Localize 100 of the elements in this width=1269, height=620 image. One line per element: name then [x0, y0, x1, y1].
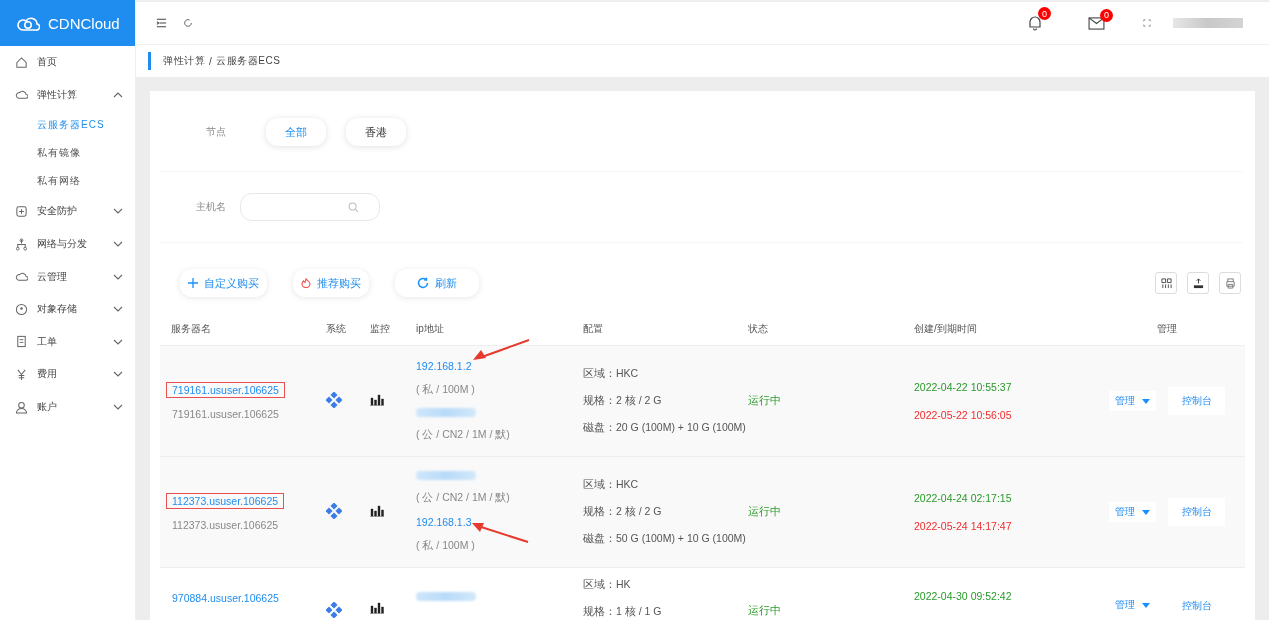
- brand-name: CDNCloud: [48, 14, 120, 32]
- sidebar-item[interactable]: 云管理: [0, 260, 135, 293]
- redacted-ip: [416, 592, 476, 601]
- redacted-ip: [416, 471, 476, 480]
- node-filter-button[interactable]: 全部: [266, 118, 326, 146]
- caret-down-icon: [1142, 509, 1150, 515]
- os-logo-icon[interactable]: [326, 602, 342, 618]
- redacted-ip: [416, 408, 476, 417]
- config-text: 区域：HKC: [583, 367, 640, 381]
- status-text: 运行中: [748, 394, 781, 406]
- action-button[interactable]: 刷新: [395, 269, 479, 297]
- breadcrumb-separator: /: [209, 55, 213, 67]
- column-header: 配置: [583, 323, 603, 334]
- user-icon: [15, 400, 28, 414]
- sidebar-item-label: 安全防护: [37, 204, 78, 219]
- action-button[interactable]: 自定义购买: [180, 269, 267, 297]
- yen-icon: [15, 367, 28, 381]
- ip-note: ( 公 / CN2 / 1M / 默): [416, 491, 511, 505]
- bell-icon[interactable]: [1027, 15, 1043, 31]
- column-header: 服务器名: [171, 323, 211, 334]
- shield-plus-icon: [15, 205, 28, 218]
- home-icon: [15, 55, 28, 69]
- columns-icon: [1160, 277, 1172, 289]
- column-header: 创建/到期时间: [914, 323, 977, 334]
- sidebar-item-label: 账户: [37, 400, 58, 415]
- os-logo-icon[interactable]: [326, 392, 342, 408]
- server-name-link[interactable]: 970884.ususer.106625: [166, 590, 285, 606]
- ip-note: ( 私 / 100M ): [416, 383, 476, 397]
- status-text: 运行中: [748, 604, 781, 616]
- os-logo-icon[interactable]: [326, 503, 342, 519]
- storage-icon: [15, 302, 28, 316]
- sidebar-item[interactable]: 对象存储: [0, 292, 135, 326]
- config-text: 区域：HKC: [583, 478, 640, 492]
- sidebar-item[interactable]: 账户: [0, 390, 135, 424]
- print-icon: [1224, 277, 1236, 289]
- sidebar-item-label: 对象存储: [37, 302, 78, 317]
- print-button[interactable]: [1219, 272, 1241, 294]
- ip-note: ( 私 / 100M ): [416, 539, 476, 553]
- server-hostname: 719161.ususer.106625: [171, 408, 279, 420]
- config-text: 区域：HK: [583, 578, 632, 592]
- submenu-item[interactable]: 私有网络: [0, 167, 135, 196]
- sidebar-item-label: 弹性计算: [37, 87, 78, 102]
- columns-button[interactable]: [1155, 272, 1177, 294]
- network-icon: [15, 237, 28, 251]
- sidebar-item[interactable]: 首页: [0, 46, 135, 79]
- menu-icon[interactable]: [156, 18, 167, 28]
- column-header: 系统: [326, 323, 346, 334]
- sidebar-item[interactable]: 弹性计算: [0, 78, 135, 112]
- manage-dropdown[interactable]: 管理: [1109, 502, 1156, 522]
- expiry-time: 2022-05-24 14:17:47: [914, 520, 1013, 532]
- sidebar-item[interactable]: 网络与分发: [0, 227, 135, 261]
- config-text: 规格：2 核 / 2 G: [583, 505, 663, 519]
- config-text: 规格：2 核 / 2 G: [583, 394, 663, 408]
- bar-chart-icon[interactable]: [370, 602, 384, 614]
- created-time: 2022-04-24 02:17:15: [914, 492, 1013, 504]
- column-header: 管理: [1157, 323, 1177, 334]
- server-name-link[interactable]: 719161.ususer.106625: [166, 382, 285, 398]
- mail-icon[interactable]: [1088, 16, 1105, 30]
- submenu-item[interactable]: 私有镜像: [0, 139, 135, 168]
- breadcrumb-item[interactable]: 弹性计算: [163, 54, 205, 68]
- caret-down-icon: [1142, 602, 1150, 608]
- sidebar-item-label: 工单: [37, 334, 58, 349]
- bar-chart-icon[interactable]: [370, 505, 384, 517]
- sidebar-item-label: 费用: [37, 367, 58, 382]
- server-hostname: 112373.ususer.106625: [171, 519, 279, 531]
- created-time: 2022-04-30 09:52:42: [914, 590, 1013, 602]
- column-header: 监控: [370, 323, 390, 334]
- cloud-icon: [15, 88, 28, 102]
- sidebar-item[interactable]: 安全防护: [0, 195, 135, 228]
- flame-icon: [301, 278, 311, 288]
- config-text: 磁盘：20 G (100M) + 10 G (100M): [583, 421, 747, 435]
- search-field[interactable]: [240, 193, 380, 221]
- ip-note: ( 公 / CN2 / 1M / 默): [416, 428, 511, 442]
- status-text: 运行中: [748, 505, 781, 517]
- ip-address-link[interactable]: 192.168.1.2: [416, 360, 472, 372]
- manage-dropdown[interactable]: 管理: [1109, 391, 1156, 411]
- sidebar-item[interactable]: 费用: [0, 358, 135, 391]
- filter-label: 节点: [205, 125, 226, 139]
- action-button[interactable]: 推荐购买: [293, 269, 369, 297]
- refresh-icon[interactable]: [183, 18, 193, 28]
- filter-label: 主机名: [195, 200, 226, 214]
- ip-address-link[interactable]: 192.168.1.3: [416, 516, 472, 528]
- plus-icon: [188, 278, 198, 288]
- server-name-link[interactable]: 112373.ususer.106625: [166, 493, 285, 509]
- search-icon: [348, 201, 359, 213]
- console-button[interactable]: 控制台: [1168, 498, 1225, 526]
- config-text: 规格：1 核 / 1 G: [583, 605, 663, 619]
- sidebar-item[interactable]: 工单: [0, 325, 135, 359]
- node-filter-button[interactable]: 香港: [346, 118, 406, 146]
- refresh-icon: [417, 277, 429, 289]
- console-button[interactable]: 控制台: [1168, 387, 1225, 415]
- caret-down-icon: [1142, 398, 1150, 404]
- export-button[interactable]: [1187, 272, 1209, 294]
- created-time: 2022-04-22 10:55:37: [914, 381, 1013, 393]
- redacted-username: [1173, 18, 1243, 28]
- sidebar-item-label: 首页: [37, 55, 58, 70]
- column-header: ip地址: [416, 323, 444, 334]
- bar-chart-icon[interactable]: [370, 394, 384, 406]
- submenu-item[interactable]: 云服务器ECS: [0, 111, 135, 140]
- config-text: 磁盘：50 G (100M) + 10 G (100M): [583, 532, 747, 546]
